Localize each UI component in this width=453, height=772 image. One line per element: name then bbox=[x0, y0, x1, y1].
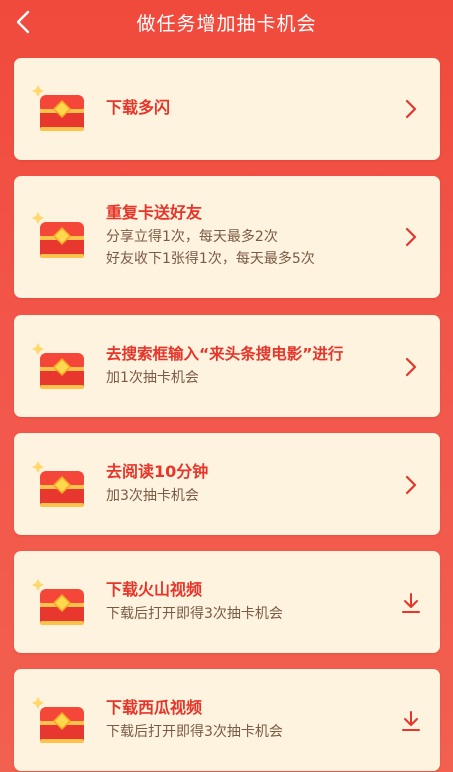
chevron-right-icon[interactable] bbox=[400, 224, 422, 250]
task-subtitle: 分享立得1次，每天最多2次 bbox=[106, 229, 278, 245]
header: 做任务增加抽卡机会 bbox=[0, 0, 453, 46]
task-text: 下载火山视频 下载后打开即得3次抽卡机会 bbox=[106, 579, 398, 625]
task-card-read-10min[interactable]: 去阅读10分钟 加3次抽卡机会 bbox=[14, 433, 440, 535]
treasure-chest-icon bbox=[32, 697, 84, 743]
download-icon[interactable] bbox=[400, 708, 422, 734]
task-title: 去阅读10分钟 bbox=[106, 462, 209, 481]
treasure-chest-icon bbox=[32, 343, 84, 389]
chevron-right-icon[interactable] bbox=[400, 354, 422, 380]
task-subtitle: 下载后打开即得3次抽卡机会 bbox=[106, 606, 283, 622]
task-card-download-xigua[interactable]: 下载西瓜视频 下载后打开即得3次抽卡机会 bbox=[14, 669, 440, 771]
task-title: 去搜索框输入“来头条搜电影”进行 bbox=[106, 345, 344, 363]
task-text: 下载多闪 bbox=[106, 97, 398, 119]
chevron-right-icon[interactable] bbox=[400, 96, 422, 122]
treasure-chest-icon bbox=[32, 579, 84, 625]
task-card-share-duplicate[interactable]: 重复卡送好友 分享立得1次，每天最多2次 好友收下1张得1次，每天最多5次 bbox=[14, 176, 440, 298]
task-card-search-movie[interactable]: 去搜索框输入“来头条搜电影”进行 加1次抽卡机会 bbox=[14, 315, 440, 417]
task-title: 下载火山视频 bbox=[106, 580, 203, 599]
task-title: 重复卡送好友 bbox=[106, 203, 203, 222]
download-icon[interactable] bbox=[400, 590, 422, 616]
task-card-download-duoshan[interactable]: 下载多闪 bbox=[14, 58, 440, 160]
treasure-chest-icon bbox=[32, 212, 84, 258]
task-title: 下载西瓜视频 bbox=[106, 698, 203, 717]
task-text: 去搜索框输入“来头条搜电影”进行 加1次抽卡机会 bbox=[106, 343, 404, 389]
task-title: 下载多闪 bbox=[106, 98, 171, 117]
task-subtitle: 加3次抽卡机会 bbox=[106, 488, 199, 504]
task-card-download-huoshan[interactable]: 下载火山视频 下载后打开即得3次抽卡机会 bbox=[14, 551, 440, 653]
treasure-chest-icon bbox=[32, 85, 84, 131]
task-text: 下载西瓜视频 下载后打开即得3次抽卡机会 bbox=[106, 697, 398, 743]
treasure-chest-icon bbox=[32, 461, 84, 507]
task-subtitle: 好友收下1张得1次，每天最多5次 bbox=[106, 251, 315, 267]
page-title: 做任务增加抽卡机会 bbox=[136, 13, 317, 35]
chevron-right-icon[interactable] bbox=[400, 472, 422, 498]
task-text: 去阅读10分钟 加3次抽卡机会 bbox=[106, 461, 398, 507]
task-subtitle: 下载后打开即得3次抽卡机会 bbox=[106, 724, 283, 740]
task-text: 重复卡送好友 分享立得1次，每天最多2次 好友收下1张得1次，每天最多5次 bbox=[106, 202, 398, 270]
task-subtitle: 加1次抽卡机会 bbox=[106, 370, 199, 386]
